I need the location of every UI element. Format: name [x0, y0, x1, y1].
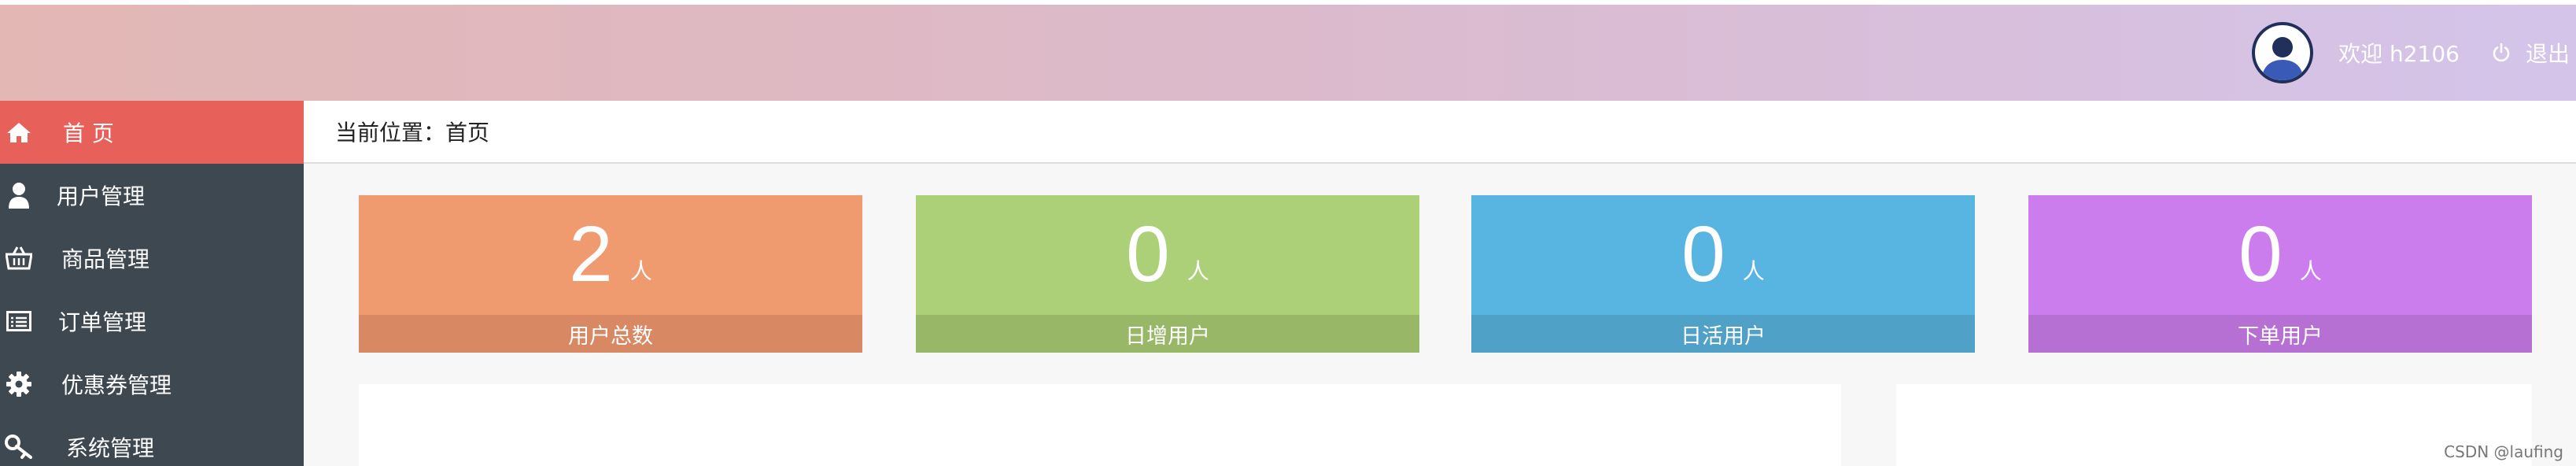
sidebar-item-label: 订单管理 [58, 309, 147, 335]
sidebar-item-products[interactable]: 商品管理 [0, 227, 304, 290]
stat-value: 2 [569, 210, 613, 298]
stat-card-total-users[interactable]: 2 人 用户总数 [359, 195, 862, 353]
stat-unit: 人 [1187, 258, 1209, 284]
sidebar-item-label: 首 页 [63, 120, 114, 146]
top-header: 欢迎 h2106 退出 [0, 5, 2576, 101]
stat-label: 用户总数 [359, 315, 862, 353]
stat-value: 0 [2238, 210, 2283, 298]
logout-label: 退出 [2525, 41, 2570, 67]
power-icon [2493, 43, 2510, 62]
home-icon [5, 118, 33, 146]
logout-button[interactable]: 退出 [2491, 37, 2570, 68]
stat-card-daily-active-users[interactable]: 0 人 日活用户 [1471, 195, 1975, 353]
welcome-text: 欢迎 h2106 [2338, 41, 2460, 67]
stat-value-row: 0 人 [916, 195, 1419, 313]
breadcrumb: 当前位置：首页 [304, 101, 2576, 164]
list-icon [5, 307, 33, 335]
stat-unit: 人 [2299, 258, 2322, 284]
stat-value: 0 [1126, 210, 1170, 298]
sidebar-item-orders[interactable]: 订单管理 [0, 290, 304, 353]
sidebar-item-label: 优惠券管理 [61, 372, 172, 398]
stat-label: 日活用户 [1471, 315, 1975, 353]
watermark: CSDN @laufing [2444, 442, 2563, 461]
sidebar-item-coupons[interactable]: 优惠券管理 [0, 353, 304, 416]
stat-value-row: 0 人 [1471, 195, 1975, 313]
user-icon [5, 181, 33, 209]
gear-icon [5, 370, 33, 398]
stat-value-row: 0 人 [2028, 195, 2532, 313]
stat-label: 下单用户 [2028, 315, 2532, 353]
main-content: 2 人 用户总数 0 人 日增用户 0 人 日活用户 0 人 下单用户 CSDN… [304, 164, 2576, 466]
stat-label: 日增用户 [916, 315, 1419, 353]
stat-card-daily-new-users[interactable]: 0 人 日增用户 [916, 195, 1419, 353]
sidebar-item-label: 用户管理 [57, 183, 146, 209]
sidebar-item-home[interactable]: 首 页 [0, 101, 304, 164]
chart-panel-right [1896, 384, 2532, 466]
basket-icon [5, 244, 33, 272]
stat-unit: 人 [1742, 258, 1765, 284]
header-user-area: 欢迎 h2106 退出 [2252, 5, 2570, 101]
stat-value-row: 2 人 [359, 195, 862, 313]
stat-value: 0 [1681, 210, 1725, 298]
sidebar-item-users[interactable]: 用户管理 [0, 164, 304, 227]
breadcrumb-text: 当前位置：首页 [335, 120, 490, 146]
stat-unit: 人 [629, 258, 652, 284]
user-avatar-icon [2261, 37, 2305, 80]
avatar[interactable] [2252, 22, 2314, 83]
sidebar-item-system[interactable]: 系统管理 [0, 416, 304, 466]
stat-card-ordering-users[interactable]: 0 人 下单用户 [2028, 195, 2532, 353]
sidebar-item-label: 系统管理 [66, 435, 155, 461]
sidebar: 首 页 用户管理 商品管理 订单管理 优惠券管理 系统管理 [0, 101, 304, 466]
sidebar-item-label: 商品管理 [61, 246, 150, 272]
chart-panel-left [359, 384, 1841, 466]
key-icon [5, 433, 33, 461]
